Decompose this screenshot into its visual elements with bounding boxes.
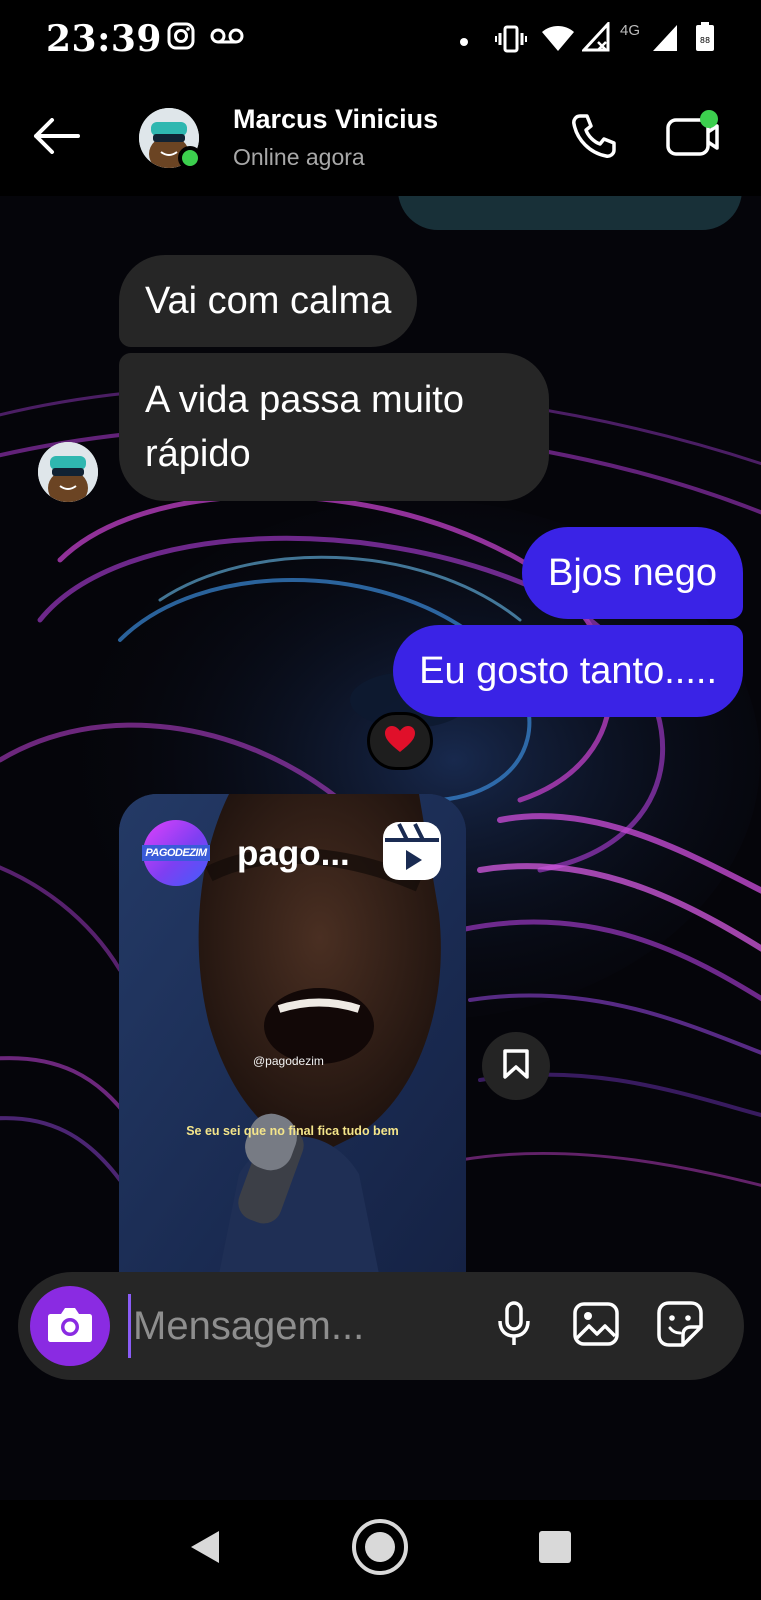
nav-back-icon [189, 1530, 221, 1569]
bookmark-icon [502, 1048, 530, 1085]
nav-home-icon [350, 1517, 410, 1582]
contact-name[interactable]: Marcus Vinicius [233, 104, 438, 135]
voice-message-button[interactable] [488, 1300, 540, 1352]
chat-header: Marcus Vinicius Online agora [0, 80, 761, 196]
contact-status: Online agora [233, 144, 365, 170]
voicemail-icon [210, 27, 244, 50]
sticker-icon [657, 1300, 703, 1352]
reel-author-name[interactable]: pago... [237, 834, 350, 874]
save-reel-button[interactable] [482, 1032, 550, 1100]
camera-button[interactable] [30, 1286, 110, 1366]
reel-author-avatar[interactable]: PAGODEZIM [142, 820, 210, 886]
nav-recents-button[interactable] [530, 1524, 580, 1574]
nav-recents-icon [539, 1530, 571, 1568]
sender-avatar[interactable] [38, 442, 98, 502]
wifi-icon [541, 24, 575, 57]
sticker-button[interactable] [654, 1300, 706, 1352]
phone-icon [570, 112, 618, 165]
nav-back-button[interactable] [180, 1524, 230, 1574]
video-active-dot [700, 110, 718, 128]
reels-icon [381, 820, 443, 882]
signal-icon [652, 24, 678, 57]
gallery-button[interactable] [570, 1300, 622, 1352]
dot-icon [459, 34, 469, 52]
outgoing-message[interactable]: Eu gosto tanto..... [393, 625, 743, 717]
reel-caption: Se eu sei que no final fica tudo bem [186, 1124, 399, 1138]
status-bar: 23:39 4G 88 [0, 0, 761, 80]
incoming-message[interactable]: A vida passa muito rápido [119, 353, 549, 501]
voice-call-button[interactable] [566, 110, 622, 166]
network-type-label: 4G [620, 22, 641, 39]
svg-text:88: 88 [700, 36, 710, 45]
gallery-icon [573, 1301, 619, 1351]
camera-icon [47, 1304, 93, 1349]
reel-watermark-handle: @pagodezim [253, 1054, 324, 1068]
heart-reaction[interactable] [367, 712, 433, 770]
back-arrow-icon [32, 117, 80, 159]
nav-home-button[interactable] [350, 1517, 410, 1582]
reel-logo-text: PAGODEZIM [142, 845, 210, 861]
microphone-icon [496, 1300, 532, 1352]
instagram-icon [167, 22, 195, 55]
heart-icon [384, 725, 416, 758]
signal-no-data-icon [580, 20, 612, 59]
status-time: 23:39 [46, 18, 162, 60]
outgoing-message[interactable]: Bjos nego [521, 527, 743, 619]
shared-reel-card[interactable]: PAGODEZIM pago... @pagodezim Se eu sei q… [119, 794, 466, 1274]
system-navigation-bar [0, 1500, 761, 1600]
vibrate-icon [495, 24, 527, 59]
message-composer [18, 1272, 744, 1380]
incoming-message[interactable]: Vai com calma [119, 255, 418, 347]
back-button[interactable] [30, 112, 82, 164]
battery-icon: 88 [695, 22, 715, 57]
message-input[interactable] [128, 1294, 468, 1358]
online-indicator [178, 146, 202, 170]
